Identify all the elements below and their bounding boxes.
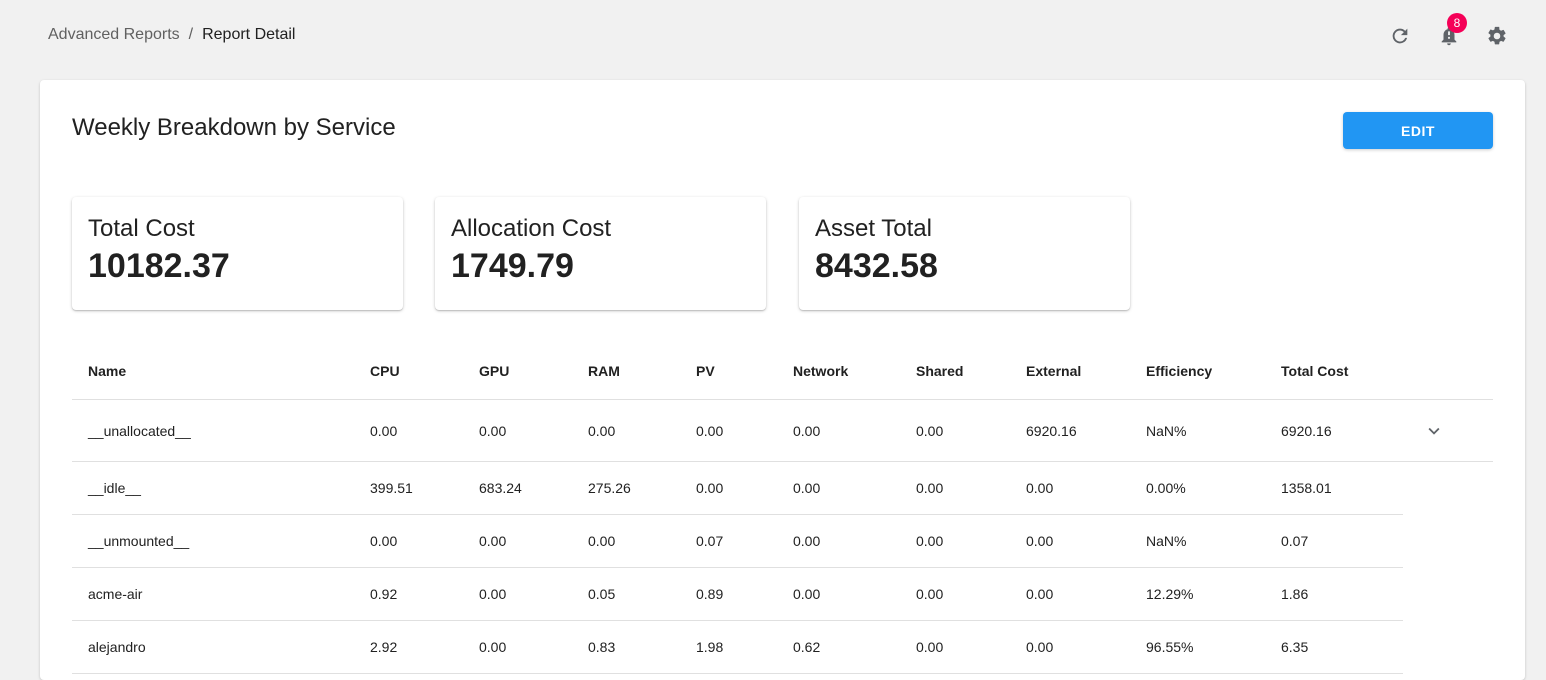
summary-label: Asset Total	[815, 215, 932, 242]
cell-external: 0.00	[1010, 461, 1130, 515]
cell-cpu: 0.00	[354, 399, 463, 462]
column-header-expand	[1403, 342, 1493, 400]
cell-pv: 1.98	[680, 620, 777, 674]
cell-total-cost: 6.35	[1265, 620, 1403, 674]
chevron-down-icon	[1403, 420, 1493, 442]
cell-cpu: 0.00	[354, 514, 463, 568]
settings-button[interactable]	[1483, 22, 1511, 50]
top-bar: Advanced Reports / Report Detail 8	[0, 0, 1546, 72]
column-header-gpu[interactable]: GPU	[463, 342, 572, 400]
column-header-pv[interactable]: PV	[680, 342, 777, 400]
cell-ram: 0.05	[572, 567, 680, 621]
header-actions: 8	[1346, 13, 1546, 50]
cell-ram: 275.26	[572, 461, 680, 515]
breadcrumb-advanced-reports[interactable]: Advanced Reports	[48, 26, 180, 44]
column-header-shared[interactable]: Shared	[900, 342, 1010, 400]
table-row[interactable]: alejandro 2.92 0.00 0.83 1.98 0.62 0.00 …	[72, 620, 1493, 674]
summary-label: Allocation Cost	[451, 215, 612, 242]
report-card: Weekly Breakdown by Service EDIT Total C…	[40, 80, 1525, 680]
row-spacer	[1403, 621, 1493, 674]
breadcrumb-report-detail: Report Detail	[202, 26, 296, 43]
table-row[interactable]: acme-air 0.92 0.00 0.05 0.89 0.00 0.00 0…	[72, 567, 1493, 621]
summary-card-allocation-cost: Allocation Cost 1749.79	[435, 197, 766, 310]
cell-total-cost: 1.86	[1265, 567, 1403, 621]
table-row[interactable]: __unmounted__ 0.00 0.00 0.00 0.07 0.00 0…	[72, 514, 1493, 568]
summary-card-asset-total: Asset Total 8432.58	[799, 197, 1130, 310]
cell-shared: 0.00	[900, 399, 1010, 462]
cell-name: acme-air	[72, 567, 354, 621]
cell-ram: 0.00	[572, 514, 680, 568]
cell-gpu: 0.00	[463, 567, 572, 621]
cell-network: 0.00	[777, 461, 900, 515]
column-header-total-cost[interactable]: Total Cost	[1265, 342, 1403, 400]
cell-efficiency: 0.00%	[1130, 461, 1265, 515]
column-header-ram[interactable]: RAM	[572, 342, 680, 400]
cell-name: __unallocated__	[72, 399, 354, 462]
cell-name: alejandro	[72, 620, 354, 674]
cell-efficiency: 12.29%	[1130, 567, 1265, 621]
cell-network: 0.00	[777, 514, 900, 568]
cell-pv: 0.89	[680, 567, 777, 621]
expand-row-button[interactable]	[1403, 399, 1493, 462]
summary-value: 1749.79	[451, 247, 574, 285]
cell-pv: 0.07	[680, 514, 777, 568]
edit-button[interactable]: EDIT	[1343, 112, 1493, 149]
table-header-row: Name CPU GPU RAM PV Network Shared Exter…	[72, 342, 1493, 400]
refresh-button[interactable]	[1386, 22, 1414, 50]
report-title: Weekly Breakdown by Service	[72, 114, 396, 141]
cell-name: __idle__	[72, 461, 354, 515]
cell-gpu: 0.00	[463, 514, 572, 568]
cell-shared: 0.00	[900, 620, 1010, 674]
cell-efficiency: 96.55%	[1130, 620, 1265, 674]
cell-ram: 0.00	[572, 399, 680, 462]
row-spacer	[1403, 568, 1493, 621]
cell-total-cost: 6920.16	[1265, 399, 1403, 462]
row-spacer	[1403, 515, 1493, 568]
column-header-network[interactable]: Network	[777, 342, 900, 400]
notification-badge: 8	[1447, 13, 1467, 33]
cell-network: 0.00	[777, 567, 900, 621]
summary-value: 10182.37	[88, 247, 230, 285]
cell-total-cost: 1358.01	[1265, 461, 1403, 515]
cell-gpu: 683.24	[463, 461, 572, 515]
cell-cpu: 399.51	[354, 461, 463, 515]
cell-shared: 0.00	[900, 567, 1010, 621]
column-header-name[interactable]: Name	[72, 342, 354, 400]
cell-name: __unmounted__	[72, 514, 354, 568]
report-table: Name CPU GPU RAM PV Network Shared Exter…	[72, 342, 1493, 674]
cell-external: 6920.16	[1010, 399, 1130, 462]
cell-gpu: 0.00	[463, 399, 572, 462]
row-spacer	[1403, 462, 1493, 515]
refresh-icon	[1392, 28, 1408, 44]
cell-external: 0.00	[1010, 567, 1130, 621]
cell-external: 0.00	[1010, 620, 1130, 674]
cell-shared: 0.00	[900, 514, 1010, 568]
cell-efficiency: NaN%	[1130, 399, 1265, 462]
cell-ram: 0.83	[572, 620, 680, 674]
table-row[interactable]: __idle__ 399.51 683.24 275.26 0.00 0.00 …	[72, 461, 1493, 515]
table-row[interactable]: __unallocated__ 0.00 0.00 0.00 0.00 0.00…	[72, 399, 1493, 462]
summary-label: Total Cost	[88, 215, 195, 242]
cell-shared: 0.00	[900, 461, 1010, 515]
cell-pv: 0.00	[680, 461, 777, 515]
summary-card-total-cost: Total Cost 10182.37	[72, 197, 403, 310]
column-header-efficiency[interactable]: Efficiency	[1130, 342, 1265, 400]
cell-efficiency: NaN%	[1130, 514, 1265, 568]
cell-network: 0.62	[777, 620, 900, 674]
column-header-cpu[interactable]: CPU	[354, 342, 463, 400]
gear-icon	[1488, 26, 1506, 45]
cell-gpu: 0.00	[463, 620, 572, 674]
cell-external: 0.00	[1010, 514, 1130, 568]
cell-cpu: 0.92	[354, 567, 463, 621]
cell-cpu: 2.92	[354, 620, 463, 674]
breadcrumb: Advanced Reports / Report Detail	[48, 26, 295, 44]
cell-pv: 0.00	[680, 399, 777, 462]
cell-total-cost: 0.07	[1265, 514, 1403, 568]
breadcrumb-separator: /	[188, 26, 194, 43]
column-header-external[interactable]: External	[1010, 342, 1130, 400]
summary-value: 8432.58	[815, 247, 938, 285]
notifications-button[interactable]: 8	[1435, 13, 1467, 50]
cell-network: 0.00	[777, 399, 900, 462]
